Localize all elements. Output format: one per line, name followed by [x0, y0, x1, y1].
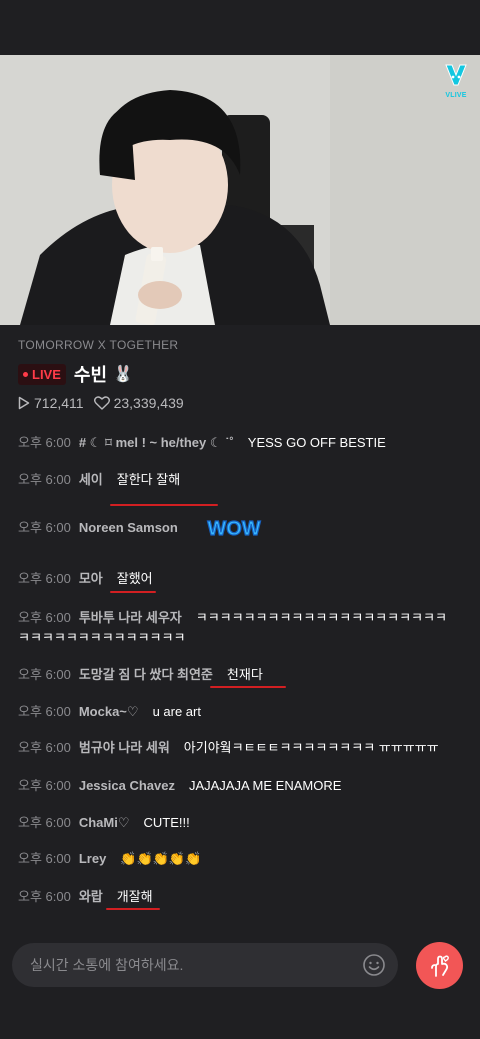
chat-message: 오후 6:00 와랍 개잘해	[18, 888, 458, 906]
message-text: 잘한다 잘해	[116, 472, 181, 487]
view-count: 712,411	[18, 395, 84, 411]
chat-list[interactable]: 오후 6:00 # ☾ ⌑ mel ! ~ he/they ☾ ˙˚ YESS GO…	[0, 425, 480, 930]
chat-input-container[interactable]	[12, 943, 398, 987]
message-text: 천재다	[226, 667, 263, 682]
message-user[interactable]: # ☾ ⌑ mel ! ~ he/they ☾ ˙˚	[79, 435, 234, 450]
chat-input[interactable]	[30, 957, 350, 973]
chat-message: 오후 6:00 # ☾ ⌑ mel ! ~ he/they ☾ ˙˚ YESS GO…	[18, 434, 458, 452]
message-user[interactable]: Jessica Chavez	[79, 778, 175, 793]
chat-message: 오후 6:00 Lrey 👏👏👏👏👏	[18, 850, 458, 868]
rabbit-emoji: 🐰	[113, 366, 133, 383]
message-user[interactable]: 범규야 나라 세워	[79, 740, 170, 755]
finger-heart-icon	[430, 954, 449, 977]
vlive-logo-text: VLIVE	[445, 92, 467, 99]
message-time: 오후 6:00	[18, 851, 71, 866]
channel-name[interactable]: TOMORROW X TOGETHER	[18, 338, 462, 352]
message-time: 오후 6:00	[18, 610, 71, 625]
message-time: 오후 6:00	[18, 472, 71, 487]
live-dot-icon	[23, 371, 28, 377]
vlive-logo: VLIVE	[442, 63, 470, 99]
message-text: 잘했어	[116, 571, 153, 586]
chat-message: 오후 6:00 Mocka~♡ u are art	[18, 703, 458, 721]
stream-info: TOMORROW X TOGETHER LIVE 수빈 🐰 712,411 23…	[18, 338, 462, 411]
message-time: 오후 6:00	[18, 889, 71, 904]
message-time: 오후 6:00	[18, 815, 71, 830]
chat-message: 오후 6:00 범규야 나라 세워 아기야웤ㅋㅌㅌㅌㅋㅋㅋㅋㅋㅋㅋㅋ ㅠㅠㅠㅠㅠ	[18, 739, 458, 757]
message-text: 👏👏👏👏👏	[120, 851, 202, 866]
view-count-value: 712,411	[34, 395, 84, 411]
message-time: 오후 6:00	[18, 435, 71, 450]
stream-stats: 712,411 23,339,439	[18, 395, 462, 411]
message-text: YESS GO OFF BESTIE	[247, 435, 386, 450]
message-text: u are art	[152, 704, 201, 719]
red-underline-annotation	[110, 504, 218, 506]
live-badge: LIVE	[18, 363, 66, 385]
message-user[interactable]: 투바투 나라 세우자	[79, 610, 182, 625]
smile-icon[interactable]	[362, 953, 386, 977]
message-time: 오후 6:00	[18, 740, 71, 755]
title-row: LIVE 수빈 🐰	[18, 362, 462, 386]
chat-message: 오후 6:00 Jessica Chavez JAJAJAJA ME ENAMORE	[18, 777, 458, 795]
message-time: 오후 6:00	[18, 667, 71, 682]
red-underline-annotation	[210, 686, 286, 688]
chat-input-bar	[0, 930, 480, 1039]
chat-message: 오후 6:00 세이 잘한다 잘해	[18, 471, 458, 489]
live-label: LIVE	[32, 366, 61, 382]
wow-sticker: WOW	[207, 517, 262, 540]
message-user[interactable]: ChaMi♡	[79, 815, 130, 830]
message-text: 아기야웤ㅋㅌㅌㅌㅋㅋㅋㅋㅋㅋㅋㅋ ㅠㅠㅠㅠㅠ	[183, 740, 439, 755]
message-user[interactable]: Mocka~♡	[79, 704, 139, 719]
heart-icon	[93, 396, 110, 410]
message-user[interactable]: 모아	[79, 571, 103, 586]
message-time: 오후 6:00	[18, 520, 71, 535]
stream-title: 수빈	[73, 365, 108, 385]
wow-sticker-text: WOW	[207, 518, 260, 540]
heart-count: 23,339,439	[93, 395, 184, 411]
heart-count-value: 23,339,439	[113, 395, 184, 411]
message-time: 오후 6:00	[18, 571, 71, 586]
finger-heart-button[interactable]	[416, 942, 463, 989]
message-user[interactable]: 도망갈 짐 다 쌌다 최연준	[79, 667, 213, 682]
chat-message: 오후 6:00 도망갈 짐 다 쌌다 최연준 천재다	[18, 666, 458, 684]
top-bar	[0, 0, 480, 55]
chat-message: 오후 6:00 투바투 나라 세우자 ㅋㅋㅋㅋㅋㅋㅋㅋㅋㅋㅋㅋㅋㅋㅋㅋㅋㅋㅋㅋㅋㅋㅋ…	[18, 608, 458, 648]
video-player[interactable]: VLIVE	[0, 55, 480, 325]
chat-message: 오후 6:00 모아 잘했어	[18, 570, 458, 588]
message-user[interactable]: Lrey	[79, 851, 106, 866]
play-icon	[18, 396, 30, 410]
message-time: 오후 6:00	[18, 778, 71, 793]
vlive-icon	[445, 64, 467, 86]
message-user[interactable]: 세이	[79, 472, 103, 487]
message-text: 개잘해	[116, 889, 153, 904]
message-text: CUTE!!!	[143, 815, 190, 830]
chat-message: 오후 6:00 ChaMi♡ CUTE!!!	[18, 814, 458, 832]
message-time: 오후 6:00	[18, 704, 71, 719]
message-user[interactable]: Noreen Samson	[79, 520, 178, 535]
message-user[interactable]: 와랍	[79, 889, 103, 904]
message-text: JAJAJAJA ME ENAMORE	[188, 778, 342, 793]
red-underline-annotation	[110, 591, 156, 593]
video-frame	[0, 55, 480, 325]
red-underline-annotation	[106, 908, 160, 910]
